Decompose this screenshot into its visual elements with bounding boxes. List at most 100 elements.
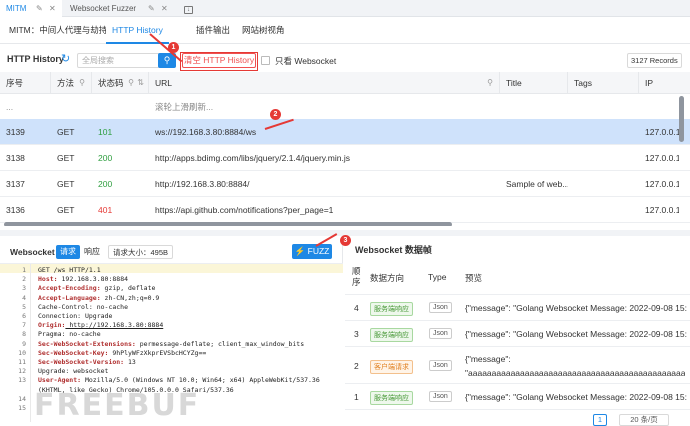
code-line: GET /ws HTTP/1.1 (38, 266, 101, 274)
cell-seq: 3138 (6, 153, 25, 163)
line-number: 3 (22, 284, 26, 293)
header-value: Pragma: no-cache (38, 330, 101, 339)
code-line: Accept-Encoding: gzip, deflate (38, 284, 155, 292)
cell-method: GET (57, 179, 75, 189)
header-value: 192.168.3.80:8884 (57, 275, 129, 284)
header-key: Sec-WebSocket-Extensions: (38, 339, 136, 348)
table-header: 序号 方法 ⚲ 状态码 ⚲ ⇅ URL ⚲ Title Tags IP (0, 72, 690, 94)
fuzz-label: FUZZ (307, 246, 330, 256)
line-number: 12 (18, 367, 26, 376)
vertical-scrollbar[interactable] (679, 96, 684, 142)
frame-preview: {"message": (465, 354, 511, 364)
line-number: 2 (22, 275, 26, 284)
page-size-select[interactable]: 20 条/页 (619, 414, 669, 426)
tab-mitm[interactable]: MITM ✎ ✕ (0, 0, 62, 17)
direction-badge: 服务端响应 (370, 391, 413, 405)
code-line: Sec-WebSocket-Key: 9hPlyWFzXkprEVSbcHCYZ… (38, 349, 206, 357)
search-icon[interactable]: ⚲ (79, 72, 85, 94)
line-number: 11 (18, 358, 26, 366)
close-icon[interactable]: ✕ (161, 0, 168, 17)
table-row[interactable]: 3139 GET 101 ws://192.168.3.80:8884/ws 1… (0, 119, 690, 145)
table-row[interactable]: 3138 GET 200 http://apps.bdimg.com/libs/… (0, 145, 690, 171)
editor-gutter (30, 264, 31, 422)
header-value: GET /ws HTTP/1.1 (38, 266, 101, 274)
col-seq: 顺序 (352, 266, 361, 287)
sort-icon[interactable]: ⇅ (137, 72, 144, 94)
cell-url: https://api.github.com/notifications?per… (155, 205, 334, 215)
line-number: 14 (18, 394, 26, 403)
page-number[interactable]: 1 (593, 414, 607, 426)
col-status[interactable]: 状态码 ⚲ ⇅ (92, 72, 149, 94)
cell-status: 401 (98, 205, 113, 215)
col-ip[interactable]: IP (639, 72, 690, 94)
code-line: Accept-Language: zh-CN,zh;q=0.9 (38, 294, 159, 302)
edit-icon[interactable]: ✎ (36, 0, 43, 17)
line-number: 5 (22, 302, 26, 311)
type-badge: Json (429, 328, 452, 339)
col-seq[interactable]: 序号 (0, 72, 51, 94)
frame-seq: 3 (354, 329, 359, 339)
col-url[interactable]: URL ⚲ (149, 72, 500, 94)
loading-row: ... 滚轮上滑刷新... (0, 94, 690, 120)
table-row[interactable]: 3136 GET 401 https://api.github.com/noti… (0, 197, 690, 223)
col-tags[interactable]: Tags (568, 72, 639, 94)
loading-text: 滚轮上滑刷新... (155, 102, 214, 112)
frame-preview: "aaaaaaaaaaaaaaaaaaaaaaaaaaaaaaaaaaaaaaa… (465, 368, 685, 378)
add-tab-icon: ↓ (184, 6, 193, 14)
frame-row[interactable]: 3 服务端响应 Json {"message": "Golang Websocket … (345, 321, 690, 347)
only-websocket-checkbox[interactable] (261, 56, 270, 65)
cell-ip: 127.0.0.1 (645, 127, 679, 137)
history-title: HTTP History (7, 54, 64, 64)
refresh-icon[interactable]: ↻ (61, 52, 70, 65)
cell-ip: 127.0.0.1 (645, 205, 679, 215)
frame-row[interactable]: 2 客户端请求 Json {"message": "aaaaaaaaaaaaaaaaaa… (345, 347, 690, 384)
frame-seq: 1 (354, 392, 359, 402)
search-input[interactable]: 全局搜索 (77, 53, 160, 68)
col-url-label: URL (155, 78, 173, 88)
cell-seq: 3139 (6, 127, 25, 137)
col-type: Type (428, 272, 447, 282)
cell-status: 200 (98, 153, 113, 163)
horizontal-scrollbar[interactable] (4, 222, 452, 226)
loading-seq: ... (6, 102, 14, 112)
close-icon[interactable]: ✕ (49, 0, 56, 17)
frame-row[interactable]: 4 服务端响应 Json {"message": "Golang Websocket … (345, 295, 690, 321)
tab-websocket-fuzzer[interactable]: Websocket Fuzzer ✎ ✕ (64, 0, 176, 17)
tab-mitm-proxy[interactable]: MITM：中间人代理与劫持 (3, 17, 113, 44)
code-line: Sec-WebSocket-Extensions: permessage-def… (38, 340, 304, 348)
col-method[interactable]: 方法 ⚲ (51, 72, 92, 94)
websocket-request-panel: Websocket 请求 响应 请求大小：495B ⚡ FUZZ 1 GET /w… (0, 238, 343, 423)
header-value: Upgrade: websocket (38, 367, 109, 376)
cell-title (500, 197, 568, 223)
search-icon[interactable]: ⚲ (487, 72, 493, 94)
fuzz-button[interactable]: ⚡ FUZZ (292, 244, 332, 259)
line-number: 1 (22, 266, 26, 274)
table-row[interactable]: 3137 GET 200 http://192.168.3.80:8884/ S… (0, 171, 690, 197)
line-number: 8 (22, 330, 26, 339)
tab-response[interactable]: 响应 (80, 245, 104, 259)
line-number: 13 (18, 376, 26, 385)
cell-method: GET (57, 205, 75, 215)
frame-preview: {"message": "Golang Websocket Message: 2… (465, 329, 687, 339)
tab-site-tree[interactable]: 网站树视角 (236, 17, 291, 44)
code-line: Host: 192.168.3.80:8884 (38, 275, 128, 283)
col-title[interactable]: Title (500, 72, 568, 94)
frame-row[interactable]: 1 服务端响应 Json {"message": "Golang Websocket … (345, 384, 690, 410)
annotation-marker-1: 1 (168, 42, 179, 53)
search-icon[interactable]: ⚲ (128, 72, 134, 94)
line-number: 10 (18, 348, 26, 357)
col-direction: 数据方向 (370, 273, 405, 283)
type-badge: Json (429, 391, 452, 402)
edit-icon[interactable]: ✎ (148, 0, 155, 17)
websocket-frames-panel: Websocket 数据帧 顺序 数据方向 Type 预览 4 服务端响应 Json… (345, 238, 690, 426)
header-value: http://192.168.3.80:8884 (65, 321, 164, 330)
websocket-title: Websocket (10, 247, 55, 257)
add-tab-button[interactable]: ↓ (176, 0, 198, 17)
tab-request[interactable]: 请求 (56, 245, 80, 259)
header-value: 13 (124, 358, 136, 366)
header-key: User-Agent: (38, 376, 82, 385)
tab-plugin-output[interactable]: 插件输出 (190, 17, 236, 44)
cell-url: http://apps.bdimg.com/libs/jquery/2.1.4/… (155, 153, 350, 163)
header-key: Sec-WebSocket-Version: (38, 358, 125, 366)
cell-url: http://192.168.3.80:8884/ (155, 179, 250, 189)
